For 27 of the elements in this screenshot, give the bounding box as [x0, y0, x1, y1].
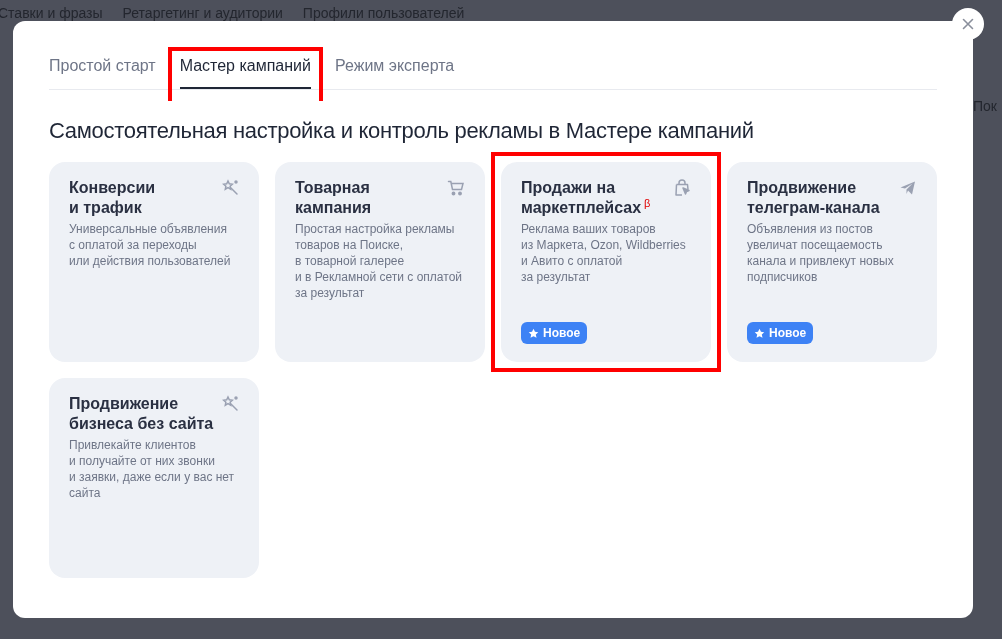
magic-wand-icon	[221, 179, 239, 197]
card-title: Продвижение бизнеса без сайта	[69, 394, 214, 434]
new-badge: Новое	[521, 322, 588, 344]
magic-wand-icon	[221, 395, 239, 413]
card-description: Объявления из постов увеличат посещаемость канала и привлекут новых подписчиков	[747, 221, 895, 285]
card-title: Конверсии и трафик	[69, 178, 156, 218]
mode-tab[interactable]: Мастер кампаний	[179, 51, 311, 89]
cart-icon	[447, 179, 465, 197]
campaign-card[interactable]: Продажи на маркетплейсах $^{β}$ Реклама ваших товаров из Маркета, Ozon, Wildberries и Авито с оплатой за результат Новое	[501, 162, 711, 362]
campaign-card[interactable]: Конверсии и трафик Универсальные объявления с оплатой за переходы или действия пользователей	[49, 162, 259, 362]
card-title: Продажи на маркетплейсах $^{β}$	[521, 178, 651, 218]
mode-tab[interactable]: Режим эксперта	[335, 51, 455, 89]
card-description: Простая настройка рекламы товаров на Поиске, в товарной галерее и в Рекламной сети с оплатой за результат	[295, 221, 463, 301]
campaign-card[interactable]: Продвижение телеграм-канала Объявления из постов увеличат посещаемость канала и привлекут новых подписчиков Новое	[727, 162, 937, 362]
card-title: Товарная кампания	[295, 178, 372, 218]
card-description: Привлекайте клиентов и получайте от них звонки и заявки, даже если у вас нет сайта	[69, 437, 236, 501]
heading: Самостоятельная настройка и контроль рекламы в Мастере кампаний	[49, 118, 755, 144]
campaign-card[interactable]: Продвижение бизнеса без сайта Привлекайте клиентов и получайте от них звонки и заявки, даже если у вас нет сайта	[49, 378, 259, 578]
paper-plane-icon	[899, 179, 917, 197]
shopping-bag-icon	[673, 179, 691, 197]
new-badge: Новое	[747, 322, 814, 344]
mode-tab[interactable]: Простой старт	[49, 51, 156, 89]
card-description: Реклама ваших товаров из Маркета, Ozon, Wildberries и Авито с оплатой за результат	[521, 221, 687, 285]
card-description: Универсальные объявления с оплатой за переходы или действия пользователей	[69, 221, 232, 269]
close-icon	[962, 18, 974, 30]
card-title: Продвижение телеграм-канала	[747, 178, 880, 218]
campaign-card[interactable]: Товарная кампания Простая настройка рекламы товаров на Поиске, в товарной галерее и в Рекламной сети с оплатой за результат	[275, 162, 485, 362]
